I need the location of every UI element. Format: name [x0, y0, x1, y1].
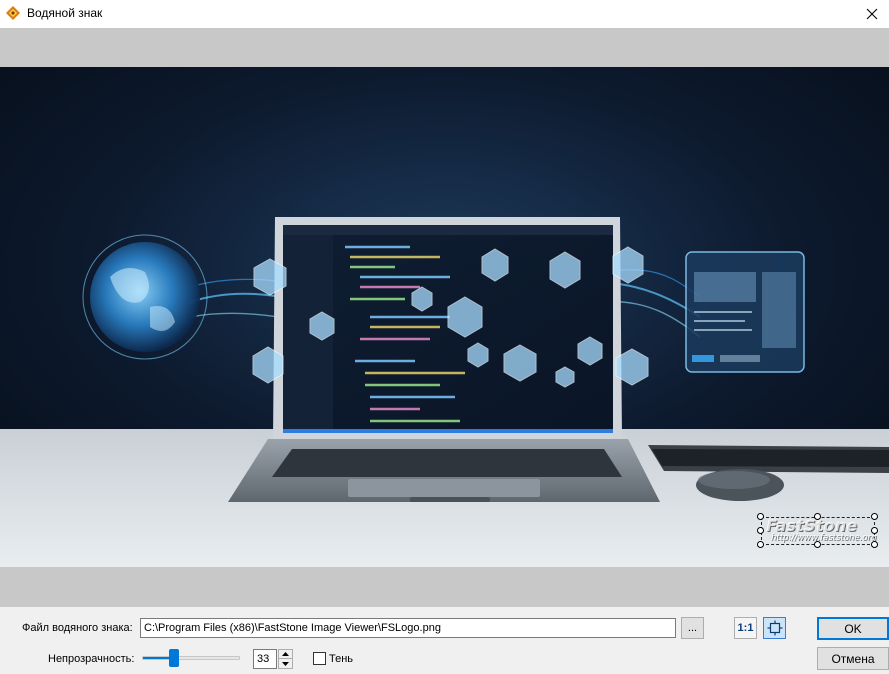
faststone-app-icon	[5, 5, 21, 21]
shadow-label: Тень	[329, 653, 354, 665]
opacity-label: Непрозрачность:	[48, 653, 135, 665]
preview-area: FastStone http://www.faststone.org	[0, 28, 889, 607]
opacity-slider-track[interactable]	[142, 656, 240, 660]
resize-handle-bottom[interactable]	[814, 541, 821, 548]
opacity-slider-thumb[interactable]	[169, 649, 180, 667]
window-title: Водяной знак	[27, 6, 103, 20]
arrow-up-icon	[282, 652, 289, 656]
browse-button[interactable]: ...	[681, 617, 704, 639]
cancel-button[interactable]: Отмена	[817, 647, 889, 670]
resize-handle-top[interactable]	[814, 513, 821, 520]
resize-handle-bottom-right[interactable]	[871, 541, 878, 548]
close-icon	[866, 8, 878, 20]
watermark-file-label: Файл водяного знака:	[22, 622, 133, 634]
resize-handle-top-right[interactable]	[871, 513, 878, 520]
watermark-file-input[interactable]	[140, 618, 676, 638]
title-bar: Водяной знак	[0, 0, 889, 28]
shadow-checkbox[interactable]	[313, 652, 326, 665]
resize-handle-bottom-left[interactable]	[757, 541, 764, 548]
watermark-url-text: http://www.faststone.org	[771, 533, 877, 543]
spin-down-button[interactable]	[279, 659, 292, 668]
opacity-spinner	[278, 649, 293, 669]
move-fit-icon	[767, 620, 782, 636]
fit-button[interactable]	[763, 617, 786, 639]
resize-handle-left[interactable]	[757, 527, 764, 534]
resize-handle-top-left[interactable]	[757, 513, 764, 520]
spin-up-button[interactable]	[279, 650, 292, 659]
arrow-down-icon	[282, 661, 289, 666]
controls-panel: Файл водяного знака: ... 1:1 OK Отмена Н…	[0, 607, 889, 674]
actual-size-button[interactable]: 1:1	[734, 617, 757, 639]
preview-image: FastStone http://www.faststone.org	[0, 67, 889, 567]
resize-handle-right[interactable]	[871, 527, 878, 534]
opacity-value-input[interactable]: 33	[253, 649, 277, 669]
ok-button[interactable]: OK	[817, 617, 889, 640]
close-button[interactable]	[855, 0, 889, 28]
